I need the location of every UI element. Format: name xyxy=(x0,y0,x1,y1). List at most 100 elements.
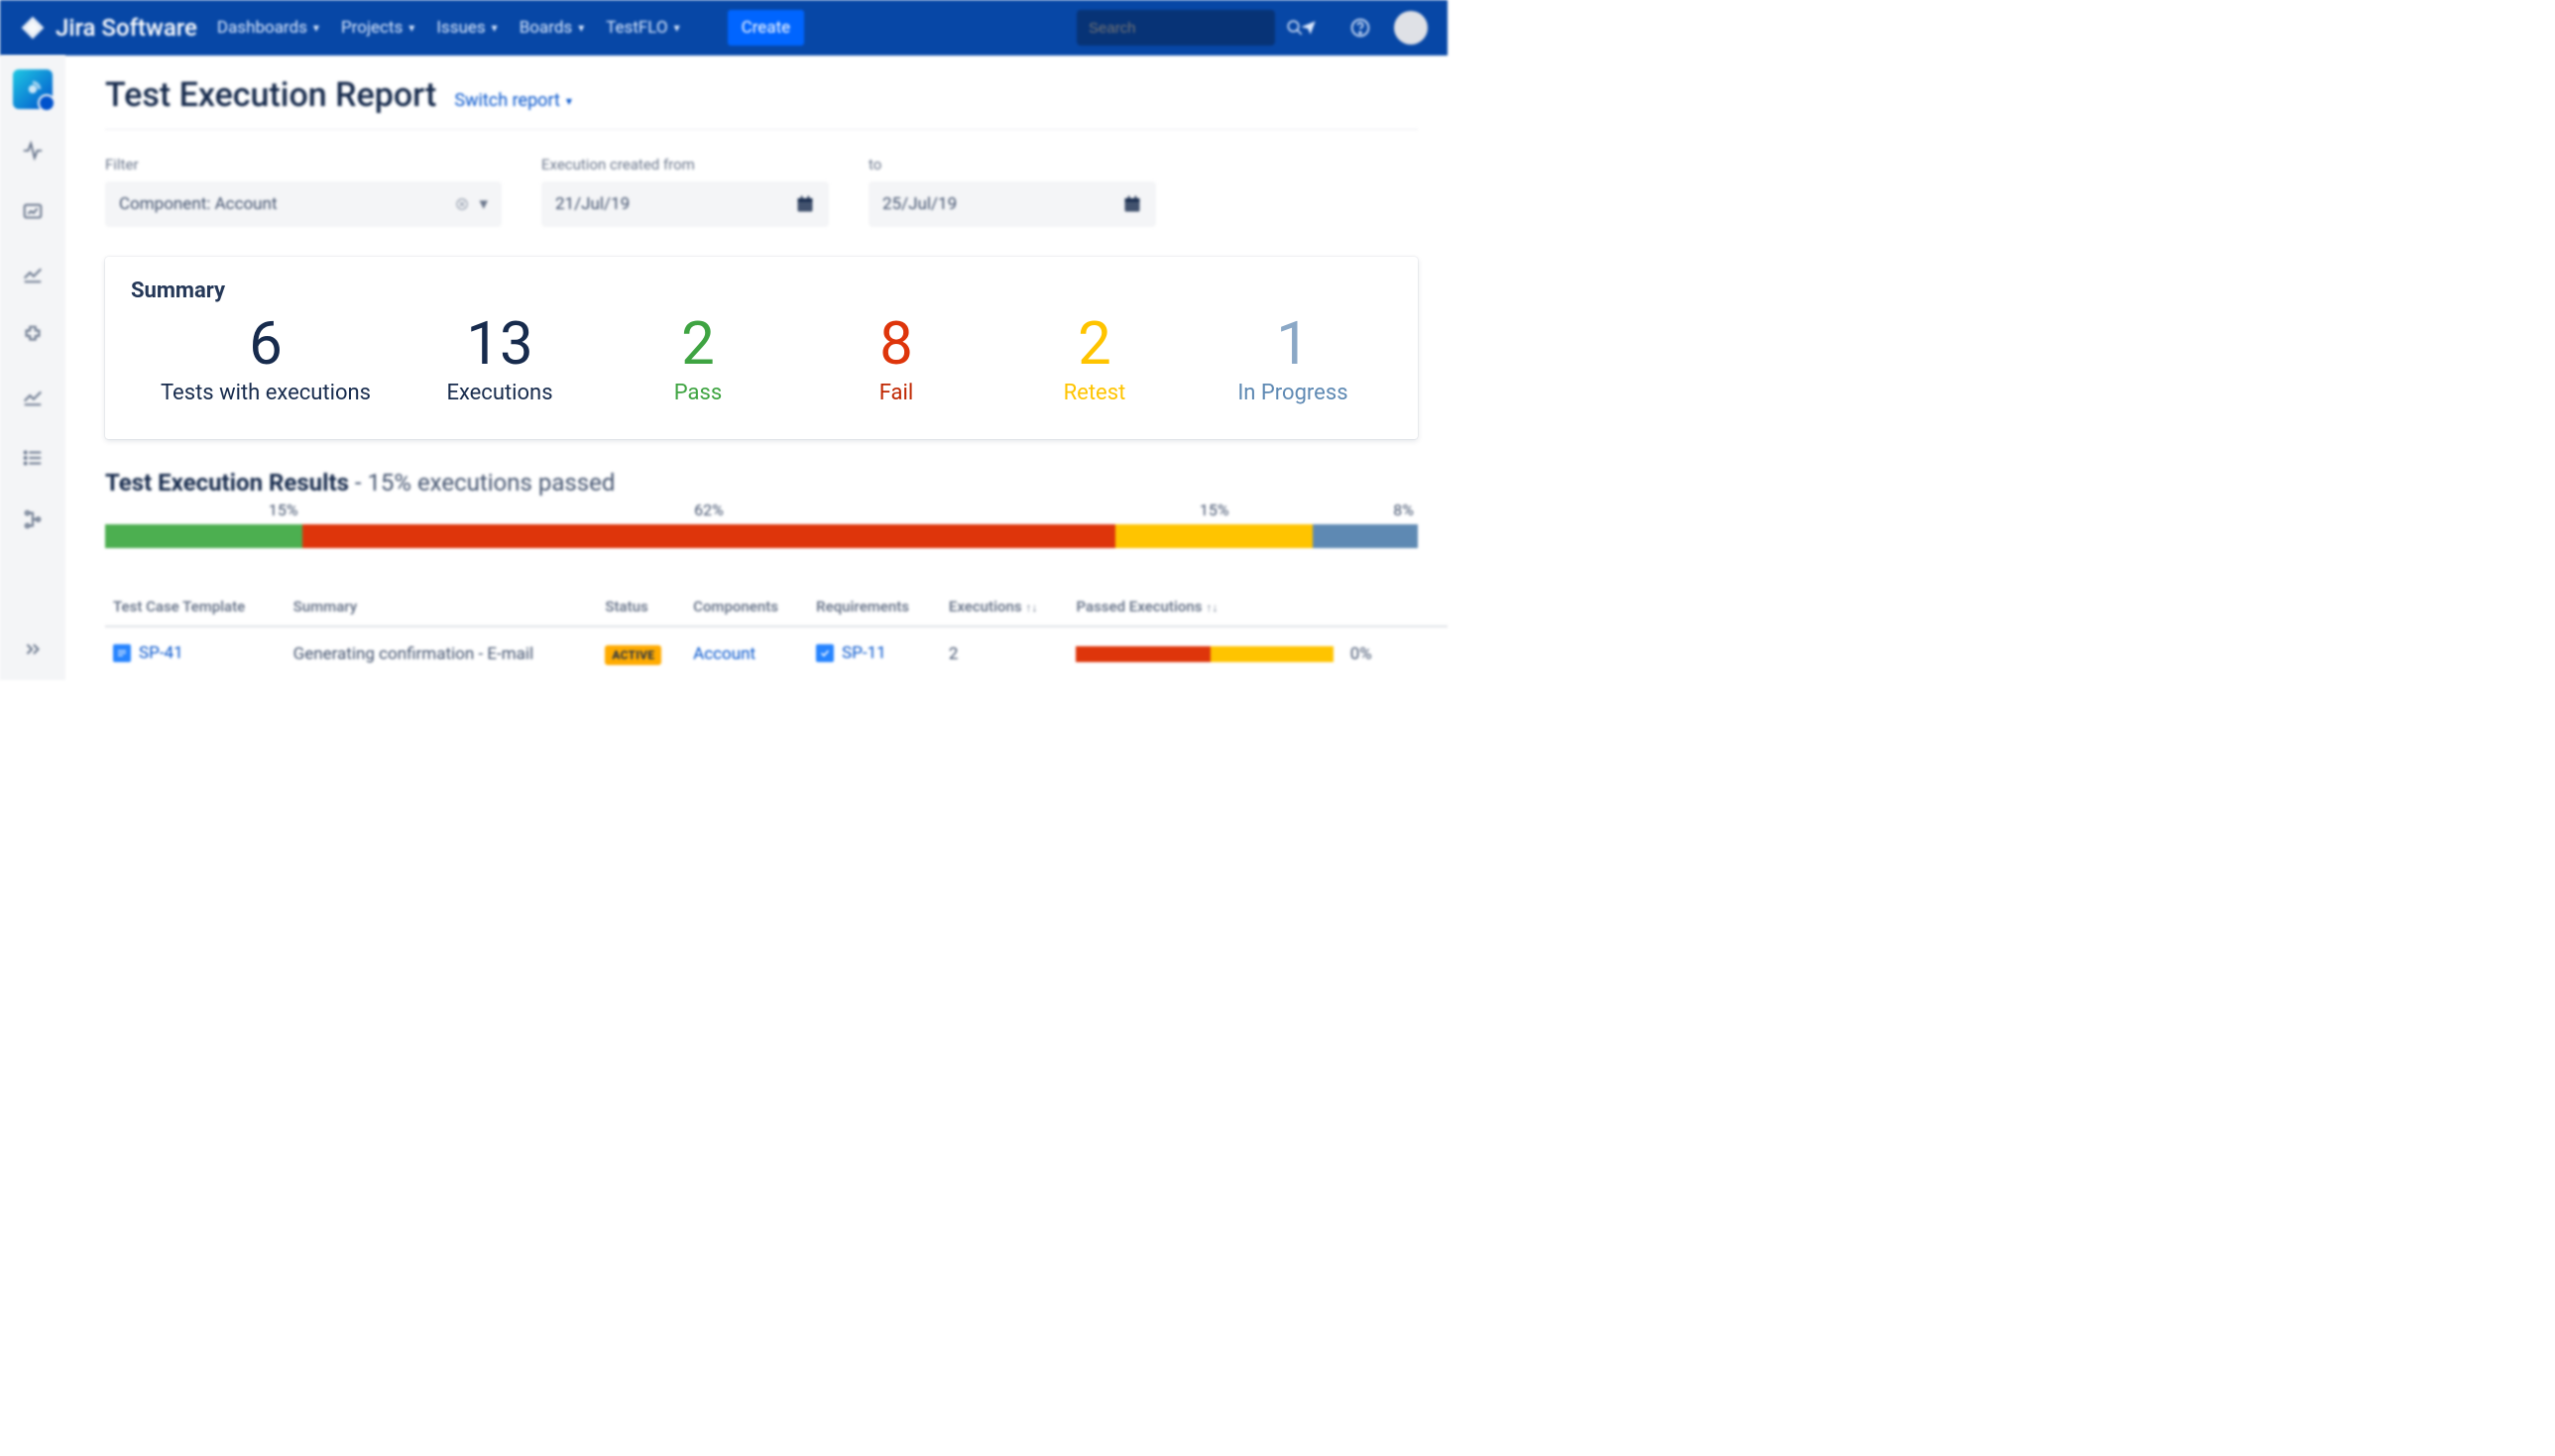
product-logo[interactable]: Jira Software xyxy=(20,14,197,42)
list-icon[interactable] xyxy=(13,438,53,478)
summary-stat: 2 Pass xyxy=(629,311,767,405)
date-to-field: to 25/Jul/19 xyxy=(869,156,1156,227)
tct-link[interactable]: SP-41 xyxy=(113,643,183,663)
page-header: Test Execution Report Switch report ▾ xyxy=(105,75,1418,130)
nav-items: Dashboards▾ Projects▾ Issues▾ Boards▾ Te… xyxy=(217,10,804,46)
tct-key: SP-41 xyxy=(139,643,183,663)
stat-value: 8 xyxy=(827,311,966,377)
summary-card: Summary 6 Tests with executions 13 Execut… xyxy=(105,257,1418,439)
top-nav: Jira Software Dashboards▾ Projects▾ Issu… xyxy=(0,0,1448,56)
stat-value: 2 xyxy=(1025,311,1164,377)
row-summary: Generating confirmation - E-mail xyxy=(286,626,598,680)
app-switcher-icon[interactable] xyxy=(13,69,53,109)
th-components[interactable]: Components xyxy=(685,588,808,626)
th-tct[interactable]: Test Case Template xyxy=(105,588,286,626)
nav-boards[interactable]: Boards▾ xyxy=(520,18,585,38)
segment-pct: 62% xyxy=(694,501,724,519)
segment-pct: 8% xyxy=(1393,501,1414,519)
th-requirements[interactable]: Requirements xyxy=(808,588,941,626)
stat-label: Pass xyxy=(629,381,767,405)
stat-label: Tests with executions xyxy=(161,381,371,405)
summary-stat: 2 Retest xyxy=(1025,311,1164,405)
chevron-down-icon: ▾ xyxy=(566,94,572,108)
calendar-icon xyxy=(1122,194,1142,214)
nav-testflo[interactable]: TestFLO▾ xyxy=(606,18,679,38)
create-button[interactable]: Create xyxy=(728,10,805,46)
stat-value: 1 xyxy=(1223,311,1362,377)
stat-label: Executions xyxy=(430,381,569,405)
nav-projects[interactable]: Projects▾ xyxy=(341,18,414,38)
th-executions[interactable]: Executions↑↓ xyxy=(941,588,1069,626)
filter-value: Component: Account xyxy=(119,194,278,214)
requirement-icon xyxy=(816,644,834,662)
chevron-down-icon: ▾ xyxy=(492,21,498,35)
chevron-down-icon: ▾ xyxy=(408,21,414,35)
status-badge: ACTIVE xyxy=(605,645,661,665)
user-avatar[interactable] xyxy=(1394,11,1428,45)
hierarchy-icon[interactable] xyxy=(13,500,53,539)
chevron-down-icon: ▾ xyxy=(313,21,319,35)
summary-stat: 13 Executions xyxy=(430,311,569,405)
results-heading: Test Execution Results - 15% executions … xyxy=(105,469,1448,497)
component-link[interactable]: Account xyxy=(693,644,755,664)
stat-value: 13 xyxy=(430,311,569,377)
nav-dashboards[interactable]: Dashboards▾ xyxy=(217,18,319,38)
left-sidebar xyxy=(0,56,65,680)
nav-issues[interactable]: Issues▾ xyxy=(436,18,497,38)
date-from-field: Execution created from 21/Jul/19 xyxy=(541,156,829,227)
bar-segment-blue: 8% xyxy=(1313,524,1418,548)
summary-stat: 1 In Progress xyxy=(1223,311,1362,405)
filter-label: Filter xyxy=(105,156,502,173)
results-heading-bold: Test Execution Results xyxy=(105,469,349,497)
stat-label: Fail xyxy=(827,381,966,405)
switch-report-link[interactable]: Switch report ▾ xyxy=(454,90,572,111)
th-summary[interactable]: Summary xyxy=(286,588,598,626)
summary-title: Summary xyxy=(131,279,1392,303)
mini-bar xyxy=(1076,646,1334,662)
stat-label: In Progress xyxy=(1223,381,1362,405)
chevron-down-icon: ▾ xyxy=(674,21,680,35)
calendar-icon xyxy=(795,194,815,214)
chart-icon[interactable] xyxy=(13,377,53,416)
addon-icon[interactable] xyxy=(13,315,53,355)
results-bar: 15%62%15%8% xyxy=(105,524,1418,548)
requirement-key: SP-11 xyxy=(842,643,886,663)
requirement-link[interactable]: SP-11 xyxy=(816,643,886,663)
results-table: Test Case Template Summary Status Compon… xyxy=(105,588,1448,680)
bar-segment-red: 62% xyxy=(302,524,1116,548)
filter-select[interactable]: Component: Account ▾ xyxy=(105,181,502,227)
expand-sidebar-icon[interactable] xyxy=(22,638,44,660)
summary-stat: 8 Fail xyxy=(827,311,966,405)
jira-logo-icon xyxy=(20,15,46,41)
row-passed: 0% xyxy=(1068,626,1448,680)
dashboard-icon[interactable] xyxy=(13,192,53,232)
bar-segment-amber: 15% xyxy=(1115,524,1313,548)
segment-pct: 15% xyxy=(1200,501,1229,519)
reports-icon[interactable] xyxy=(13,254,53,293)
results-heading-rest: - 15% executions passed xyxy=(349,469,616,497)
stat-value: 2 xyxy=(629,311,767,377)
clear-icon[interactable] xyxy=(455,197,469,211)
chevron-down-icon: ▾ xyxy=(479,194,488,214)
chevron-down-icon: ▾ xyxy=(578,21,584,35)
search-box[interactable] xyxy=(1077,10,1275,46)
date-from-input[interactable]: 21/Jul/19 xyxy=(541,181,829,227)
stat-value: 6 xyxy=(161,311,371,377)
th-status[interactable]: Status xyxy=(597,588,685,626)
search-input[interactable] xyxy=(1089,20,1286,37)
notifications-icon[interactable] xyxy=(1291,10,1327,46)
date-from-label: Execution created from xyxy=(541,156,829,173)
date-to-input[interactable]: 25/Jul/19 xyxy=(869,181,1156,227)
help-icon[interactable] xyxy=(1342,10,1378,46)
filter-field: Filter Component: Account ▾ xyxy=(105,156,502,227)
content-area: Test Execution Report Switch report ▾ Fi… xyxy=(65,56,1448,680)
activity-icon[interactable] xyxy=(13,131,53,170)
th-passed[interactable]: Passed Executions↑↓ xyxy=(1068,588,1448,626)
bar-segment-green: 15% xyxy=(105,524,302,548)
passed-pct: 0% xyxy=(1350,644,1372,664)
row-executions: 2 xyxy=(941,626,1069,680)
page-title: Test Execution Report xyxy=(105,75,436,115)
stat-label: Retest xyxy=(1025,381,1164,405)
segment-pct: 15% xyxy=(269,501,298,519)
product-name: Jira Software xyxy=(56,14,197,42)
